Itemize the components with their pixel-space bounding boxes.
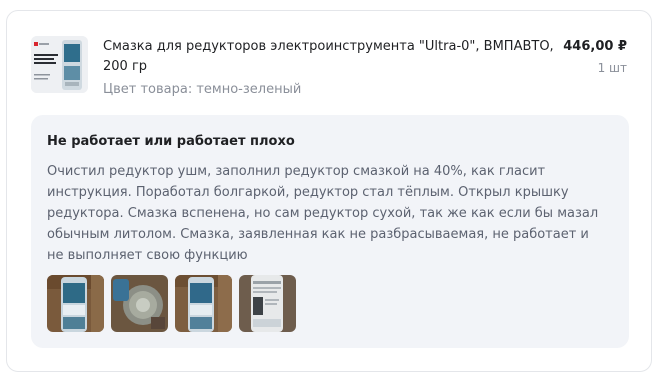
review-photo-4[interactable] [239, 275, 296, 332]
review-photos [47, 275, 296, 332]
review-block: Не работает или работает плохо Очистил р… [31, 115, 629, 348]
product-title[interactable]: Смазка для редукторов электроинструмента… [103, 37, 563, 77]
product-thumbnail-image [31, 36, 88, 93]
review-title: Не работает или работает плохо [47, 134, 295, 149]
product-quantity: 1 шт [597, 61, 627, 75]
review-photo-2[interactable] [111, 275, 168, 332]
product-color: Цвет товара: темно-зеленый [103, 82, 302, 97]
product-thumbnail[interactable] [31, 36, 88, 93]
product-price: 446,00 ₽ [563, 39, 627, 54]
review-photo-1[interactable] [47, 275, 104, 332]
review-photo-3[interactable] [175, 275, 232, 332]
review-text: Очистил редуктор ушм, заполнил редуктор … [47, 164, 599, 263]
order-item-card: Смазка для редукторов электроинструмента… [6, 10, 652, 372]
